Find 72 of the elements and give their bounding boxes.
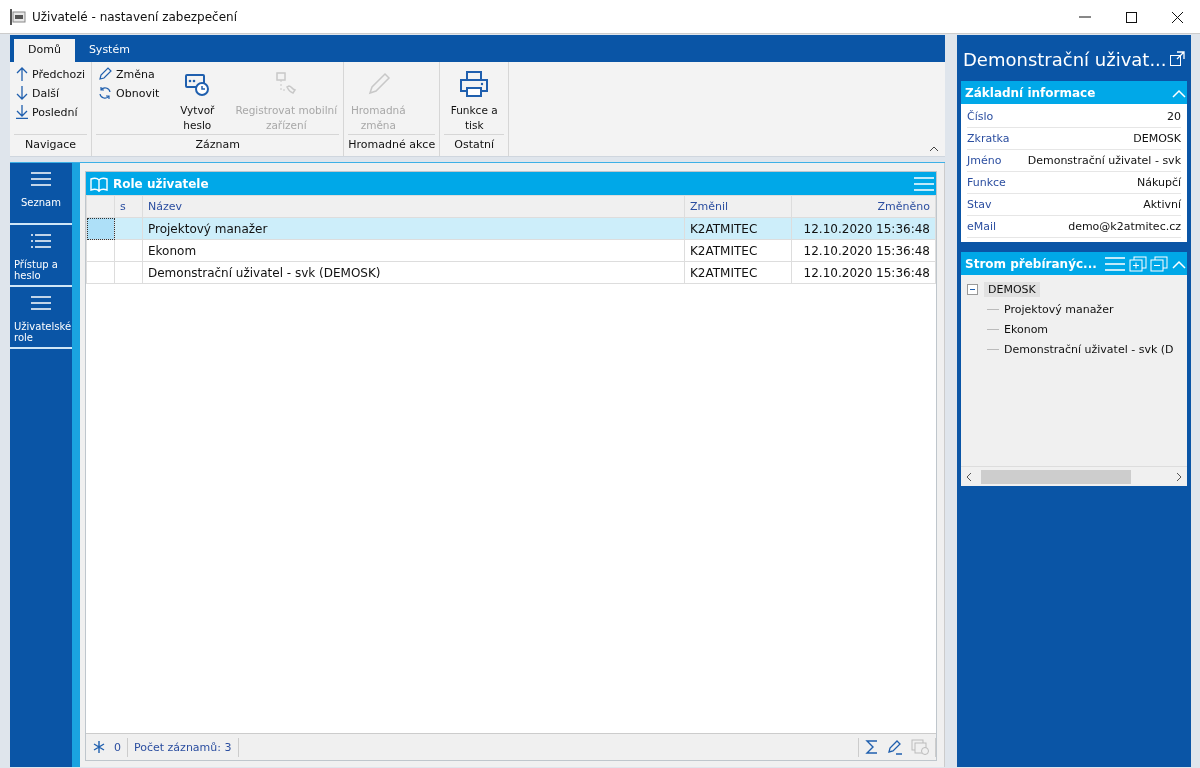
table-cell: 12.10.2020 15:36:48 [791, 217, 936, 240]
scroll-left-icon[interactable] [965, 471, 973, 482]
menu-lines-icon [28, 293, 54, 313]
section-title: Strom přebíranýc... [965, 256, 1097, 271]
column-header[interactable]: Název [142, 195, 685, 218]
row-indicator[interactable] [86, 217, 115, 240]
ribbon-tab[interactable]: Systém [74, 39, 144, 62]
table-cell: Demonstrační uživatel - svk (DEMOSK) [142, 261, 685, 284]
window-title: Uživatelé - nastavení zabezpečení [32, 9, 238, 24]
detail-title: Demonstrační uživat... [963, 48, 1167, 70]
panel-title: Role uživatele [113, 176, 209, 191]
ribbon-button[interactable]: Funkce a tisk [442, 65, 507, 134]
field-value: demo@k2atmitec.cz [1068, 220, 1181, 233]
field-value: Aktivní [1143, 198, 1181, 211]
ribbon-button[interactable]: Poslední [12, 103, 90, 121]
arrow-down-icon [16, 86, 28, 100]
column-header[interactable]: Změnil [684, 195, 792, 218]
filter-count: 0 [114, 740, 121, 754]
book-icon [90, 175, 108, 192]
section-title: Základní informace [965, 85, 1096, 100]
tree-node[interactable]: DEMOSK [984, 281, 1040, 297]
ribbon-button[interactable]: Předchozi [12, 65, 90, 83]
table-cell: K2ATMITEC [684, 239, 792, 262]
menu-lines-icon [28, 169, 54, 189]
menu-lines-icon [28, 231, 54, 251]
table-cell [114, 239, 143, 262]
column-header[interactable]: Změněno [791, 195, 936, 218]
group-label: Hromadné akce [348, 134, 436, 154]
ribbon-button[interactable]: Obnovit [94, 84, 164, 102]
group-label: Záznam [96, 134, 340, 154]
scrollbar-thumb[interactable] [981, 469, 1131, 484]
refresh-icon [98, 86, 113, 100]
snowflake-icon[interactable] [92, 740, 106, 754]
collapse-node-icon[interactable] [967, 283, 978, 295]
table-cell: K2ATMITEC [684, 261, 792, 284]
field-label: Funkce [967, 176, 1006, 189]
field-value: 20 [1167, 110, 1181, 123]
app-logo-icon [10, 8, 26, 25]
row-indicator[interactable] [86, 239, 115, 262]
field-label: Číslo [967, 110, 994, 123]
collapse-icon[interactable] [929, 145, 939, 153]
open-external-icon[interactable] [1169, 51, 1185, 67]
record-count: Počet záznamů: 3 [134, 740, 232, 754]
ribbon-button[interactable]: Vytvoř heslo [165, 65, 230, 134]
pencil-icon [98, 67, 113, 81]
table-cell: 12.10.2020 15:36:48 [791, 239, 936, 262]
printer-icon [459, 69, 490, 99]
scroll-right-icon[interactable] [1175, 471, 1183, 482]
ribbon-tab[interactable]: Domů [14, 39, 75, 62]
tree-node[interactable]: Ekonom [1004, 322, 1049, 336]
table-cell [114, 261, 143, 284]
field-value: Demonstrační uživatel - svk [1027, 154, 1181, 167]
field-value: DEMOSK [1133, 132, 1181, 145]
ribbon-button[interactable]: Další [12, 84, 90, 102]
field-value: Nákupčí [1136, 176, 1181, 189]
field-label: Zkratka [967, 132, 1010, 145]
tree-node[interactable]: Projektový manažer [1004, 302, 1114, 316]
table-cell: 12.10.2020 15:36:48 [791, 261, 936, 284]
sum-icon[interactable] [865, 739, 879, 755]
pencil-icon[interactable] [887, 739, 903, 755]
ribbon-button[interactable]: Změna [94, 65, 164, 83]
group-label: Navigace [14, 134, 88, 154]
table-cell: Projektový manažer [142, 217, 685, 240]
arrow-down-bar-icon [16, 105, 28, 119]
field-label: Stav [967, 198, 992, 211]
group-label: Ostatní [444, 134, 505, 154]
tree-node[interactable]: Demonstrační uživatel - svk (D [1004, 342, 1174, 356]
field-label: eMail [967, 220, 997, 233]
column-header[interactable]: s [114, 195, 143, 218]
arrow-up-icon [16, 67, 28, 81]
table-cell: Ekonom [142, 239, 685, 262]
field-label: Jméno [967, 154, 1002, 167]
